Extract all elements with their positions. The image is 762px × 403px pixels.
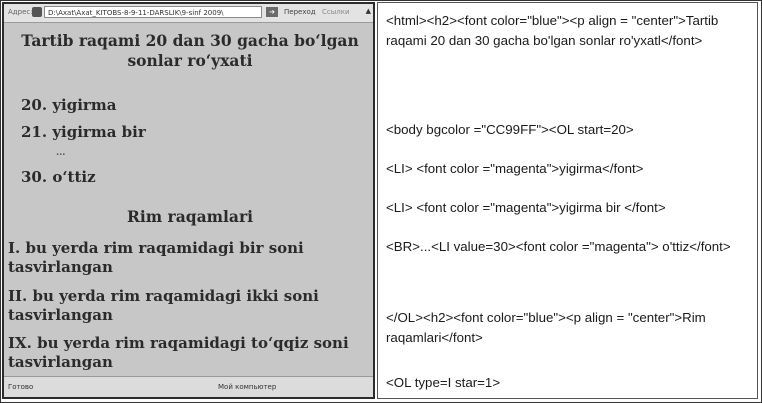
code-line: <body bgcolor ="CC99FF"><OL start=20> bbox=[386, 122, 634, 137]
rim-heading: Rim raqamlari bbox=[126, 207, 254, 226]
address-label: Адрес: bbox=[8, 8, 33, 16]
code-line: <LI> <font color ="magenta">yigirma bir … bbox=[386, 200, 666, 215]
list-item: 20. yigirma bbox=[21, 96, 117, 114]
code-line: <LI> <font color ="magenta">yigirma</fon… bbox=[386, 161, 644, 176]
list-ellipsis: ... bbox=[56, 148, 66, 158]
list-item: 30. o‘ttiz bbox=[21, 168, 96, 186]
code-line: <BR>...<LI value=30><font color ="magent… bbox=[386, 239, 731, 254]
go-button[interactable]: Переход bbox=[284, 8, 316, 16]
go-arrow-icon[interactable]: ➔ bbox=[266, 7, 278, 17]
page-title: Tartib raqami 20 dan 30 gacha bo‘lgan so… bbox=[21, 31, 359, 70]
rendered-page: Tartib raqami 20 dan 30 gacha bo‘lgan so… bbox=[4, 23, 373, 379]
page-icon bbox=[32, 7, 42, 17]
list-item: 21. yigirma bir bbox=[21, 123, 146, 141]
links-button[interactable]: Ссылки bbox=[322, 8, 350, 16]
rim-list-item: IX. bu yerda rim raqamidagi to‘qqiz soni… bbox=[8, 334, 349, 371]
address-bar: Адрес: D:\Axat\Axat_KITOBS-8-9-11-DARSLI… bbox=[4, 4, 373, 23]
rim-list-item: I. bu yerda rim raqamidagi bir soni tasv… bbox=[8, 239, 304, 276]
source-code-panel: <html><h2><font color="blue"><p align = … bbox=[377, 2, 758, 399]
code-line: <OL type=I star=1> bbox=[386, 375, 501, 390]
status-bar: Готово Мой компьютер bbox=[4, 376, 373, 397]
code-line: </OL><h2><font color="blue"><p align = "… bbox=[386, 310, 706, 345]
zone-text: Мой компьютер bbox=[218, 383, 277, 391]
url-input[interactable]: D:\Axat\Axat_KITOBS-8-9-11-DARSLIK\9-sin… bbox=[44, 6, 262, 18]
code-line: <html><h2><font color="blue"><p align = … bbox=[386, 13, 719, 48]
rim-list-item: II. bu yerda rim raqamidagi ikki soni ta… bbox=[8, 287, 319, 324]
status-text: Готово bbox=[8, 383, 34, 391]
browser-window: Адрес: D:\Axat\Axat_KITOBS-8-9-11-DARSLI… bbox=[2, 2, 375, 399]
scroll-up-icon[interactable]: ▲ bbox=[366, 7, 371, 15]
